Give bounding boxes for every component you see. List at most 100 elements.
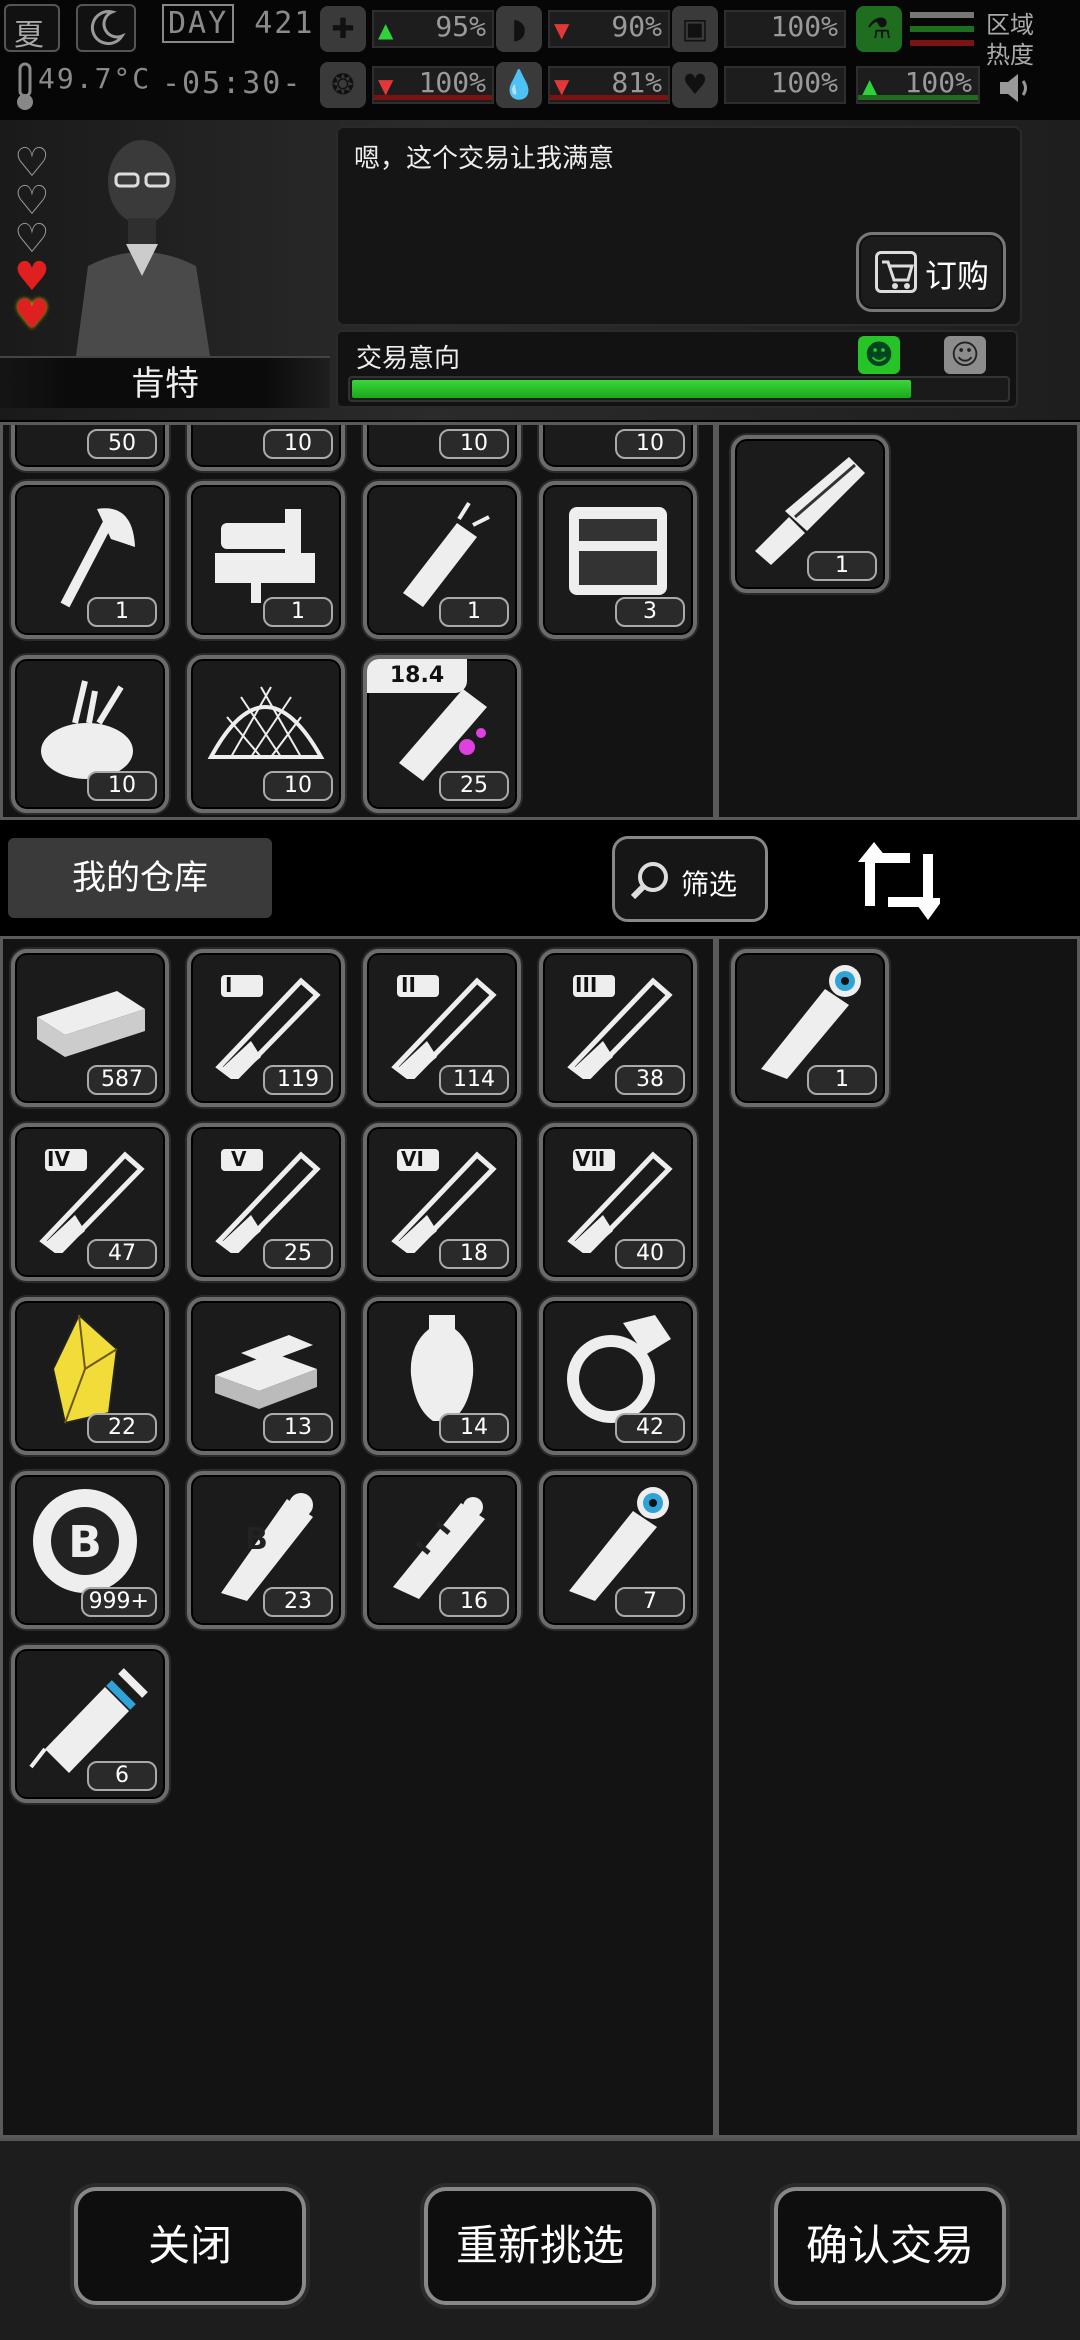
test-tube-ii-icon: II xyxy=(377,961,507,1083)
offer-slot[interactable]: 1 xyxy=(731,949,889,1107)
filter-button[interactable]: 筛选 xyxy=(612,836,768,922)
robot-arm-eye-icon xyxy=(553,1483,683,1601)
heart-filled-icon: ♥ xyxy=(14,292,50,338)
confirm-trade-button[interactable]: 确认交易 xyxy=(774,2187,1006,2305)
item-slot[interactable]: 1 xyxy=(187,481,345,639)
item-slot[interactable]: IV 47 xyxy=(11,1123,169,1281)
item-slot[interactable]: 7 xyxy=(539,1471,697,1629)
test-tube-i-icon: I xyxy=(201,961,331,1083)
status-bar: 夏 DAY 421 49.7°C -05:30- ✚ ▲ 95% ◗ ▼ 90% ▣… xyxy=(0,0,1080,120)
test-tube-v-icon: V xyxy=(201,1135,331,1257)
thermometer-icon xyxy=(10,60,40,112)
svg-text:B: B xyxy=(68,1517,102,1568)
fire-axe-icon xyxy=(25,493,155,611)
vase-icon xyxy=(377,1309,507,1427)
item-slot[interactable]: 3 xyxy=(539,481,697,639)
heart-empty-icon: ♡ xyxy=(14,140,50,186)
day-number: 421 xyxy=(254,6,315,41)
trader-header: ♡ ♡ ♡ ♥ ♥ 肯特 嗯，这个交易让我满意 订购 交易意向 ☻ ☺ xyxy=(0,120,1080,420)
item-slot[interactable]: 16 xyxy=(363,1471,521,1629)
weight-tag: 18.4 xyxy=(367,659,467,693)
willingness-bar xyxy=(348,376,1010,402)
gold-bars-icon xyxy=(201,1309,331,1427)
net-icon xyxy=(201,667,331,785)
shopping-cart-icon xyxy=(875,251,917,293)
willingness-fill xyxy=(352,380,912,398)
item-slot[interactable]: 42 xyxy=(539,1297,697,1455)
item-slot[interactable]: 13 xyxy=(187,1297,345,1455)
robot-arm-eye-icon xyxy=(745,961,875,1079)
season-badge: 夏 xyxy=(4,4,60,53)
action-bar: 关闭 重新挑选 确认交易 xyxy=(0,2138,1080,2340)
item-slot[interactable]: 18.4 25 xyxy=(363,655,521,813)
item-slot[interactable]: 6 xyxy=(11,1645,169,1803)
stat-thirst: 💧 ▼ 81% xyxy=(496,62,674,108)
cash-stack-icon xyxy=(25,961,155,1079)
tool-bag-icon xyxy=(25,667,155,785)
player-offer: 1 xyxy=(716,936,1080,2138)
gold-crystal-icon xyxy=(25,1309,155,1427)
sewing-machine-icon xyxy=(201,493,331,611)
clock: -05:30- xyxy=(162,66,303,101)
stat-hunger: ◗ ▼ 90% xyxy=(496,6,674,52)
heart-filled-icon: ♥ xyxy=(14,254,50,300)
item-slot[interactable]: VI 18 xyxy=(363,1123,521,1281)
speaker-icon[interactable] xyxy=(996,70,1036,106)
toolbox-icon xyxy=(553,493,683,611)
item-slot[interactable]: 50 xyxy=(11,425,169,471)
svg-text:B: B xyxy=(245,1522,268,1557)
stat-mood: ❂ ▼ 100% xyxy=(320,62,498,108)
item-slot[interactable]: 587 xyxy=(11,949,169,1107)
item-slot[interactable]: III 38 xyxy=(539,949,697,1107)
item-slot[interactable]: VII 40 xyxy=(539,1123,697,1281)
moon-icon xyxy=(76,4,136,52)
test-tube-vii-icon: VII xyxy=(553,1135,683,1257)
stomach-icon: ◗ xyxy=(496,6,542,52)
merchant-inventory: 50 10 10 10 1 1 1 3 10 10 18.4 25 xyxy=(0,422,716,820)
heart-icon: ♥ xyxy=(672,62,718,108)
medkit-icon: ✚ xyxy=(320,6,366,52)
stat-armor: ▣ 100% xyxy=(672,6,850,52)
dialog-box: 嗯，这个交易让我满意 订购 xyxy=(336,126,1022,326)
item-slot[interactable]: 1 xyxy=(11,481,169,639)
grin-face-icon: ☺ xyxy=(944,336,986,374)
reselect-button[interactable]: 重新挑选 xyxy=(424,2187,656,2305)
trader-name: 肯特 xyxy=(0,356,330,408)
order-button[interactable]: 订购 xyxy=(856,232,1006,312)
item-slot[interactable]: 10 xyxy=(11,655,169,813)
flashlight-icon xyxy=(377,493,507,611)
item-slot[interactable]: I 119 xyxy=(187,949,345,1107)
item-slot[interactable]: 1 xyxy=(363,481,521,639)
syringe-icon xyxy=(25,1657,155,1775)
heart-empty-icon: ♡ xyxy=(14,216,50,262)
offer-slot[interactable]: 1 xyxy=(731,435,889,593)
heart-empty-icon: ♡ xyxy=(14,178,50,224)
swap-icon[interactable] xyxy=(858,832,944,928)
item-slot[interactable]: 22 xyxy=(11,1297,169,1455)
trader-portrait xyxy=(70,126,220,356)
robot-arm-broken-icon xyxy=(377,1483,507,1601)
close-button[interactable]: 关闭 xyxy=(74,2187,306,2305)
item-slot[interactable]: 14 xyxy=(363,1297,521,1455)
willingness-label: 交易意向 xyxy=(356,344,461,374)
dialog-text: 嗯，这个交易让我满意 xyxy=(354,144,615,174)
item-slot[interactable]: 10 xyxy=(363,425,521,471)
vest-icon: ▣ xyxy=(672,6,718,52)
item-slot[interactable]: V 25 xyxy=(187,1123,345,1281)
merchant-offer: 1 xyxy=(716,422,1080,820)
flask-status: ⚗ xyxy=(856,6,980,52)
item-slot[interactable]: 10 xyxy=(539,425,697,471)
item-slot[interactable]: B 999+ xyxy=(11,1471,169,1629)
minigun-icon xyxy=(745,447,875,565)
warehouse-inventory: 587 I 119 II 114 III 38 IV 47 V 25 VI 18… xyxy=(0,936,716,2138)
item-slot[interactable]: B 23 xyxy=(187,1471,345,1629)
temperature: 49.7°C xyxy=(38,62,152,95)
season-label: 夏 xyxy=(14,18,44,53)
item-slot[interactable]: 10 xyxy=(187,655,345,813)
test-tube-vi-icon: VI xyxy=(377,1135,507,1257)
item-slot[interactable]: 10 xyxy=(187,425,345,471)
brain-icon: ❂ xyxy=(320,62,366,108)
item-slot[interactable]: II 114 xyxy=(363,949,521,1107)
water-drop-icon: 💧 xyxy=(496,62,542,108)
search-icon xyxy=(629,859,671,901)
